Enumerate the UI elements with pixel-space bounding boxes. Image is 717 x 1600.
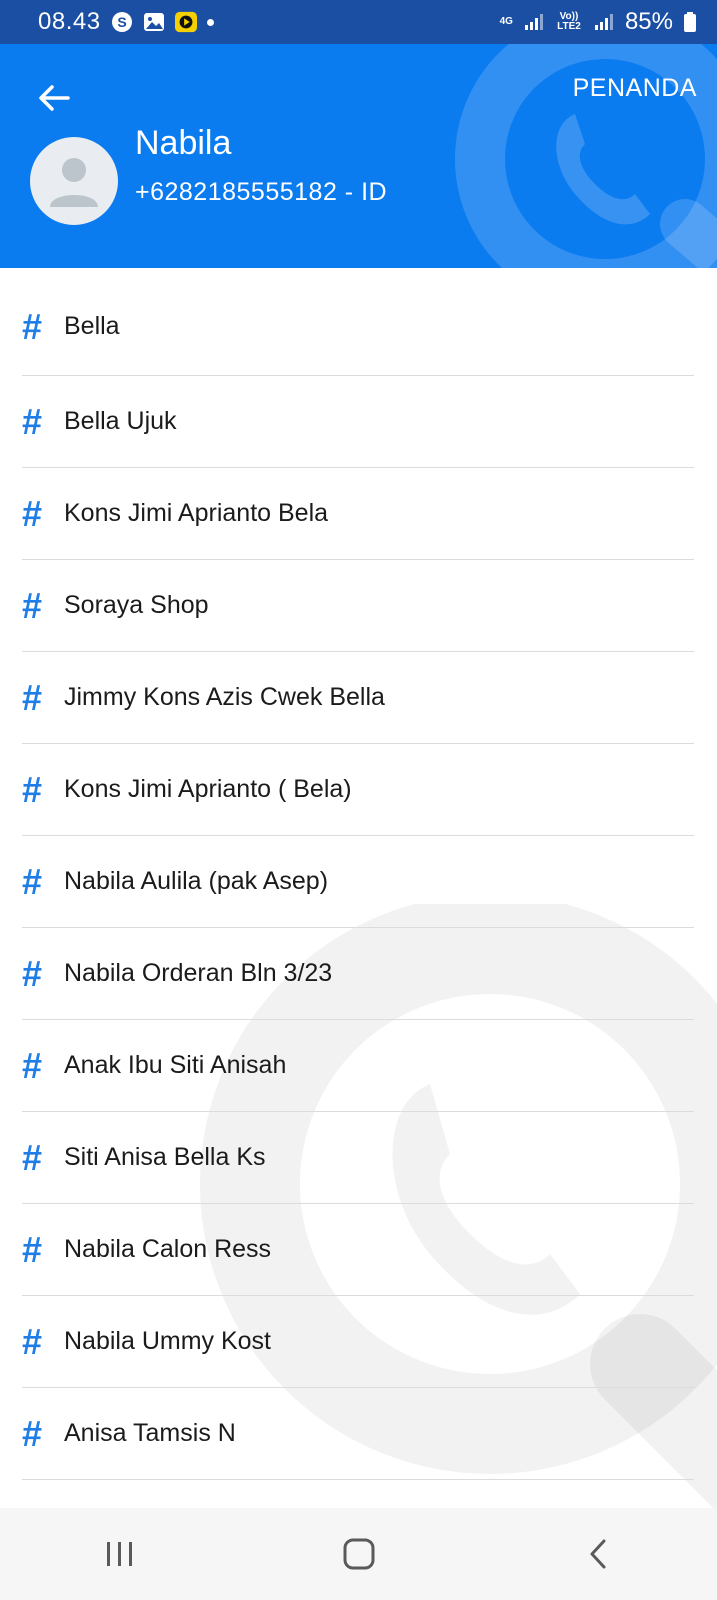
contact-phone: +6282185555182 - ID [135, 178, 388, 206]
status-bar-right: 4G Vo)) LTE2 85% [500, 8, 697, 36]
contact-header: PENANDA Nabila +6282185555182 - ID [0, 44, 717, 268]
hashtag-icon: # [22, 1320, 43, 1362]
back-chevron-icon [590, 1539, 605, 1569]
tag-label: Jimmy Kons Azis Cwek Bella [64, 683, 385, 711]
tag-label: Bella Ujuk [64, 407, 177, 435]
system-nav-bar [0, 1508, 717, 1600]
signal-icon [523, 11, 545, 33]
hashtag-icon: # [22, 1044, 43, 1086]
tag-label: Anisa Tamsis N [64, 1419, 236, 1447]
contact-name: Nabila [135, 124, 232, 162]
status-bar: 08.43 S 4G Vo)) LTE2 85% [0, 0, 717, 44]
tag-list-item[interactable]: # Nabila Calon Ress [22, 1204, 694, 1296]
tag-label: Nabila Calon Ress [64, 1235, 272, 1263]
tag-list-item[interactable]: # Nabila Ummy Kost [22, 1296, 694, 1388]
tag-label: Kons Jimi Aprianto ( Bela) [64, 775, 352, 803]
tag-label: Bella [64, 312, 120, 340]
tag-list-container[interactable]: # Bella # Bella Ujuk # Kons Jimi Aprianto Bel… [0, 268, 717, 1508]
hashtag-icon: # [22, 305, 43, 347]
svg-text:S: S [117, 14, 126, 30]
tag-label: Nabila Aulila (pak Asep) [64, 867, 329, 895]
arrow-left-icon [39, 85, 70, 111]
notification-dot-icon [206, 18, 214, 26]
tag-list-item[interactable]: # Jimmy Kons Azis Cwek Bella [22, 652, 694, 744]
hashtag-icon: # [22, 860, 43, 902]
tag-list-item[interactable]: #Nabila Cust... [22, 1480, 694, 1509]
hashtag-icon: # [22, 952, 43, 994]
status-bar-left: 08.43 S [38, 8, 214, 36]
tag-list-item[interactable]: # Bella [22, 268, 694, 376]
back-button[interactable] [32, 76, 76, 120]
volte-label: Vo)) LTE2 [557, 11, 581, 32]
hashtag-icon: # [22, 676, 43, 718]
tag-list-item[interactable]: # Kons Jimi Aprianto ( Bela) [22, 744, 694, 836]
nav-back-button[interactable] [568, 1524, 628, 1584]
tag-list-item[interactable]: # Nabila Aulila (pak Asep) [22, 836, 694, 928]
recent-apps-icon [106, 1542, 132, 1566]
tag-list-item[interactable]: # Anak Ibu Siti Anisah [22, 1020, 694, 1112]
hashtag-icon: # [22, 1228, 43, 1270]
s-app-icon: S [111, 11, 133, 33]
tag-label: Nabila Orderan Bln 3/23 [64, 959, 333, 987]
battery-percent: 85% [624, 8, 673, 35]
hashtag-icon: # [22, 584, 43, 626]
hashtag-icon: # [22, 1412, 43, 1454]
tag-list-item[interactable]: # Nabila Orderan Bln 3/23 [22, 928, 694, 1020]
tag-label: Siti Anisa Bella Ks [64, 1143, 266, 1171]
media-app-icon [174, 11, 197, 33]
hashtag-icon: # [22, 400, 43, 442]
signal-2-icon [593, 11, 615, 33]
penanda-button[interactable]: PENANDA [573, 74, 697, 103]
tag-list-item[interactable]: # Soraya Shop [22, 560, 694, 652]
avatar [30, 137, 118, 225]
recent-apps-button[interactable] [90, 1524, 150, 1584]
tag-label: Soraya Shop [64, 591, 209, 619]
tag-label: Nabila Ummy Kost [64, 1327, 271, 1355]
tag-list-item[interactable]: # Siti Anisa Bella Ks [22, 1112, 694, 1204]
hashtag-icon: # [22, 1136, 43, 1178]
hashtag-icon: # [22, 768, 43, 810]
home-icon [343, 1538, 374, 1570]
tag-label: Anak Ibu Siti Anisah [64, 1051, 287, 1079]
network-type: 4G [499, 16, 513, 27]
status-time: 08.43 [38, 8, 101, 35]
hashtag-icon: # [22, 492, 43, 534]
battery-icon [683, 11, 697, 33]
home-button[interactable] [329, 1524, 389, 1584]
tag-label: Kons Jimi Aprianto Bela [64, 499, 329, 527]
person-avatar-icon [50, 158, 98, 207]
tag-list-item[interactable]: # Anisa Tamsis N [22, 1388, 694, 1480]
tag-list-item[interactable]: # Bella Ujuk [22, 376, 694, 468]
gallery-icon [143, 11, 165, 33]
tag-list-item[interactable]: # Kons Jimi Aprianto Bela [22, 468, 694, 560]
tag-list: # Bella # Bella Ujuk # Kons Jimi Aprianto Bel… [0, 268, 717, 1508]
